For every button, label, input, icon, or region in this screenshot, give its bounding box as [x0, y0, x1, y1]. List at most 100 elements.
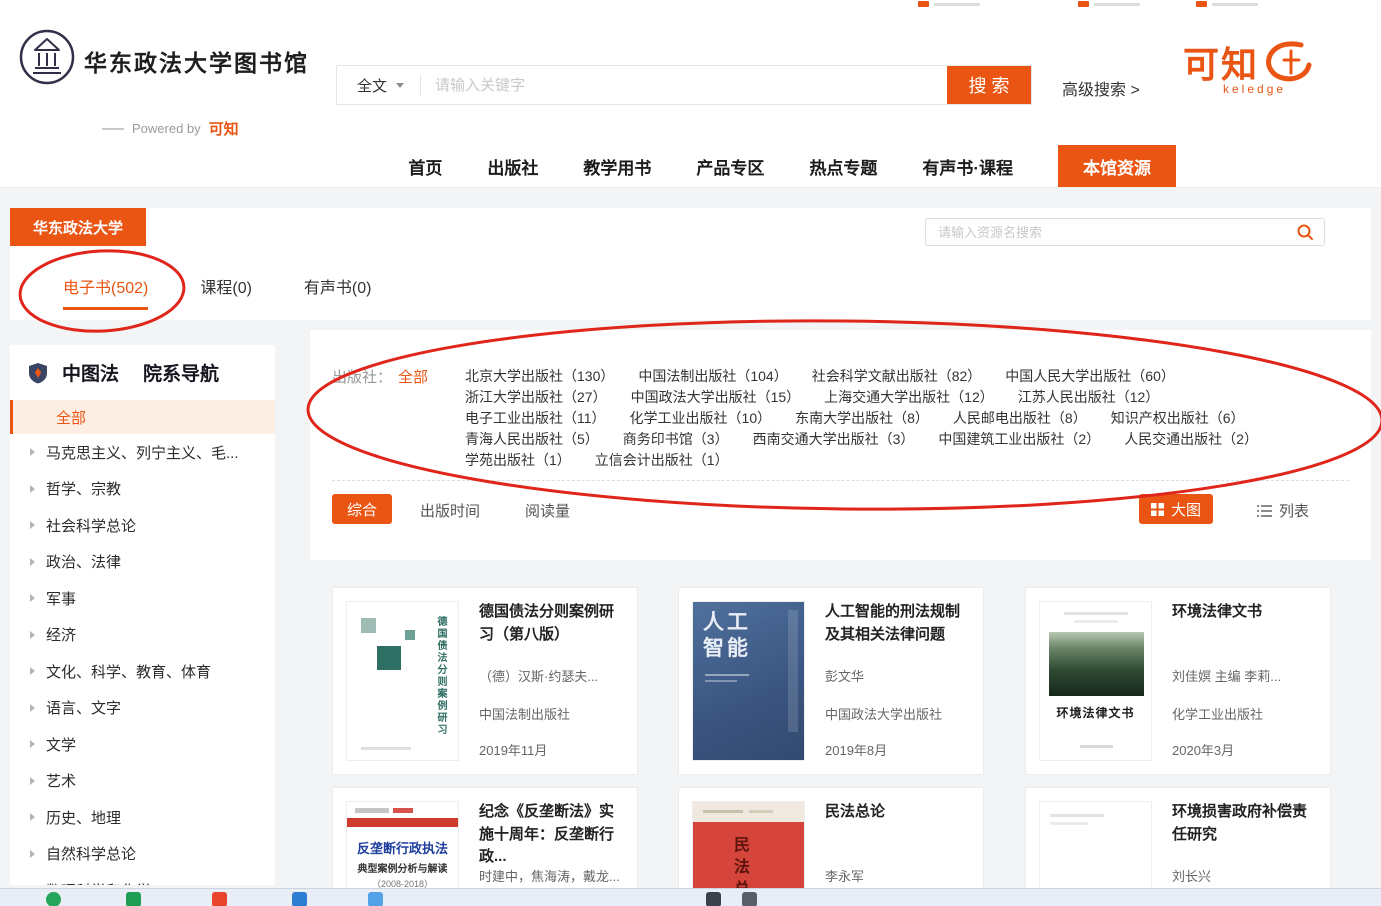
book-title[interactable]: 纪念《反垄断法》实施十周年：反垄断行政...: [479, 801, 625, 869]
publisher-filter-link[interactable]: 中国政法大学出版社（15）: [631, 387, 801, 407]
book-card[interactable]: 环境法律文书 环境法律文书 刘佳嫇 主编 李莉... 化学工业出版社 2020年…: [1025, 587, 1331, 775]
sort-reads-option[interactable]: 阅读量: [525, 500, 570, 521]
publisher-filter-link[interactable]: 中国建筑工业出版社（2）: [938, 429, 1100, 449]
cover-decoration: [1050, 822, 1088, 825]
nav-item-hot-topics[interactable]: 热点专题: [809, 145, 877, 187]
publisher-filter-link[interactable]: 立信会计出版社（1）: [595, 450, 729, 470]
publisher-filter-link[interactable]: 人民交通出版社（2）: [1124, 429, 1258, 449]
sidebar-category-item[interactable]: 文学: [10, 726, 275, 763]
publisher-filter-link[interactable]: 社会科学文献出版社（82）: [812, 366, 982, 386]
publisher-filter-link[interactable]: 青海人民出版社（5）: [465, 429, 599, 449]
library-emblem-icon: [18, 28, 76, 86]
taskbar-app-icon[interactable]: [126, 892, 141, 906]
chevron-right-icon: [30, 777, 35, 785]
sidebar-category-item[interactable]: 自然科学总论: [10, 836, 275, 873]
sidebar-tab-departments[interactable]: 院系导航: [143, 359, 219, 386]
view-list-button[interactable]: 列表: [1257, 500, 1309, 521]
nav-item-library-resources[interactable]: 本馆资源: [1058, 145, 1176, 187]
browser-bookmarks-strip: [0, 0, 1381, 10]
cover-decoration: [693, 802, 804, 822]
book-cover[interactable]: 德国债法分则案例研习: [346, 601, 459, 761]
sidebar-tab-classification[interactable]: 中图法: [62, 359, 119, 386]
book-cover[interactable]: 环境法律文书: [1039, 601, 1152, 761]
nav-item-textbooks[interactable]: 教学用书: [583, 145, 651, 187]
view-large-button[interactable]: 大图: [1139, 494, 1213, 524]
taskbar-app-icon[interactable]: [706, 892, 721, 906]
publisher-filter-link[interactable]: 西南交通大学出版社（3）: [753, 429, 915, 449]
keledge-logo-text: 可知: [1183, 36, 1259, 88]
book-title[interactable]: 人工智能的刑法规制及其相关法律问题: [825, 601, 971, 646]
book-author: 刘佳嫇 主编 李莉...: [1172, 666, 1318, 685]
nav-item-home[interactable]: 首页: [408, 145, 442, 187]
powered-by-brand[interactable]: 可知: [209, 118, 239, 139]
sidebar-category-item[interactable]: 语言、文字: [10, 690, 275, 727]
book-card[interactable]: 人工 智能 人工智能的刑法规制及其相关法律问题 彭文华 中国政法大学出版社 20…: [678, 587, 984, 775]
taskbar-app-icon[interactable]: [46, 892, 61, 906]
publisher-filter-all[interactable]: 全部: [398, 366, 428, 387]
sidebar-category-label: 语言、文字: [46, 697, 121, 718]
book-title[interactable]: 环境法律文书: [1172, 601, 1318, 624]
publisher-filter-list: 北京大学出版社（130） 中国法制出版社（104） 社会科学文献出版社（82） …: [465, 366, 1365, 471]
tab-courses[interactable]: 课程(0): [200, 266, 252, 310]
cover-decoration: [1064, 612, 1128, 615]
taskbar-app-icon[interactable]: [292, 892, 307, 906]
book-title[interactable]: 德国债法分则案例研习（第八版）: [479, 601, 625, 646]
taskbar-app-icon[interactable]: [368, 892, 383, 906]
nav-item-product-zone[interactable]: 产品专区: [696, 145, 764, 187]
nav-item-publishers[interactable]: 出版社: [487, 145, 538, 187]
sidebar-category-item[interactable]: 艺术: [10, 763, 275, 800]
book-title[interactable]: 环境损害政府补偿责任研究: [1172, 801, 1318, 846]
publisher-filter-link[interactable]: 电子工业出版社（11）: [465, 408, 606, 428]
book-title[interactable]: 民法总论: [825, 801, 971, 824]
sidebar-category-item[interactable]: 社会科学总论: [10, 507, 275, 544]
publisher-filter-link[interactable]: 浙江大学出版社（27）: [465, 387, 607, 407]
publisher-filter-link[interactable]: 人民邮电出版社（8）: [953, 408, 1087, 428]
view-list-label: 列表: [1279, 500, 1309, 521]
advanced-search-link[interactable]: 高级搜索 >: [1062, 76, 1140, 100]
sidebar-category-all[interactable]: 全部: [10, 400, 275, 434]
chevron-right-icon: [30, 485, 35, 493]
taskbar-app-icon[interactable]: [212, 892, 227, 906]
book-cover[interactable]: 人工 智能: [692, 601, 805, 761]
book-card[interactable]: 德国债法分则案例研习 德国债法分则案例研习（第八版） （德）汉斯·约瑟夫... …: [332, 587, 638, 775]
sidebar-category-label: 文化、科学、教育、体育: [46, 661, 211, 682]
sidebar-category-item[interactable]: 哲学、宗教: [10, 471, 275, 508]
resource-search-input[interactable]: [926, 225, 1296, 240]
tab-audiobooks[interactable]: 有声书(0): [304, 266, 372, 310]
publisher-filter-link[interactable]: 知识产权出版社（6）: [1111, 408, 1245, 428]
sidebar-category-label: 哲学、宗教: [46, 478, 121, 499]
publisher-filter-link[interactable]: 北京大学出版社（130）: [465, 366, 614, 386]
book-date: 2019年11月: [479, 740, 625, 759]
publisher-filter-link[interactable]: 江苏人民出版社（12）: [1018, 387, 1160, 407]
nav-item-audiobooks-courses[interactable]: 有声书·课程: [922, 145, 1013, 187]
sort-comprehensive-button[interactable]: 综合: [332, 494, 392, 524]
school-tab[interactable]: 华东政法大学: [10, 208, 146, 246]
tab-ebooks[interactable]: 电子书(502): [63, 266, 148, 310]
publisher-filter-link[interactable]: 上海交通大学出版社（12）: [824, 387, 994, 407]
publisher-filter-link[interactable]: 中国人民大学出版社（60）: [1005, 366, 1175, 386]
taskbar-app-icon[interactable]: [742, 892, 757, 906]
cover-decoration: [788, 610, 798, 732]
publisher-filter-link[interactable]: 学苑出版社（1）: [465, 450, 571, 470]
sidebar-category-item[interactable]: 历史、地理: [10, 799, 275, 836]
publisher-filter-link[interactable]: 商务印书馆（3）: [623, 429, 729, 449]
publisher-filter-link[interactable]: 东南大学出版社（8）: [795, 408, 929, 428]
keledge-logo[interactable]: 可知 keledge: [1183, 36, 1313, 96]
book-author: 李永军: [825, 866, 971, 885]
sort-pubtime-option[interactable]: 出版时间: [420, 500, 480, 521]
sidebar-category-item[interactable]: 经济: [10, 617, 275, 654]
publisher-filter-link[interactable]: 化学工业出版社（10）: [630, 408, 772, 428]
book-author: 时建中，焦海涛，戴龙...: [479, 866, 625, 885]
sidebar-category-item[interactable]: 军事: [10, 580, 275, 617]
search-scope-select[interactable]: 全文: [337, 66, 420, 104]
sidebar-category-item[interactable]: 马克思主义、列宁主义、毛...: [10, 434, 275, 471]
search-input[interactable]: [421, 66, 947, 104]
publisher-filter-link[interactable]: 中国法制出版社（104）: [638, 366, 787, 386]
sidebar-category-label: 社会科学总论: [46, 515, 136, 536]
sidebar-category-item[interactable]: 政治、法律: [10, 544, 275, 581]
sidebar-category-item[interactable]: 文化、科学、教育、体育: [10, 653, 275, 690]
sidebar-category-item[interactable]: 数理科学和化学: [10, 872, 275, 885]
search-icon[interactable]: [1296, 223, 1314, 241]
search-button[interactable]: 搜 索: [947, 66, 1031, 104]
library-name[interactable]: 华东政法大学图书馆: [84, 44, 309, 78]
